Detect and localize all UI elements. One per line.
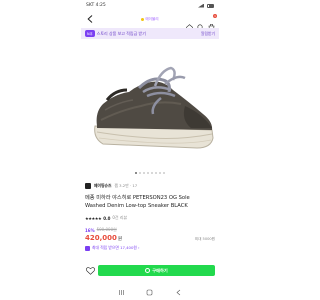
- star-rating-icon: ★★★★★: [85, 215, 102, 221]
- heart-icon[interactable]: [85, 266, 95, 276]
- promo-tag: N쿠: [85, 30, 95, 37]
- points-text: 최대 적립 받으면 17,400원 ›: [92, 245, 140, 250]
- points-row[interactable]: 최대 적립 받으면 17,400원 ›: [85, 245, 215, 251]
- home-icon[interactable]: [186, 16, 193, 31]
- signal-icon: [198, 3, 204, 8]
- price-row: 420,000 원 최대 5000원: [85, 234, 215, 242]
- purchase-bar: 구매하기: [81, 263, 219, 278]
- product-title: 메종 미하라 야스히로 PETERSON23 OG Sole Washed De…: [85, 195, 215, 210]
- price-block: 16% 500,000원 420,000 원 최대 5000원 최대 적립 받으…: [85, 227, 215, 251]
- sneaker-illustration: [94, 66, 214, 149]
- logo-mark-icon: [141, 17, 145, 21]
- currency-unit: 원: [117, 237, 123, 242]
- discount-row: 16% 500,000원: [85, 227, 215, 233]
- cart-count-badge: 1: [213, 13, 217, 18]
- points-icon: [85, 245, 90, 251]
- phone-screen: SKT 4:25 에이블리 1 N쿠 스토리 상품 보고 적립금 받기 알림받기…: [81, 0, 219, 300]
- cart-icon[interactable]: 1: [208, 13, 217, 31]
- system-navigation-bar: [81, 283, 219, 297]
- review-count: 0건 리뷰: [112, 215, 128, 220]
- product-title-line-1: 메종 미하라 야스히로 PETERSON23 OG Sole: [85, 195, 190, 201]
- product-title-line-2: Washed Denim Low-top Sneaker BLACK: [85, 202, 188, 209]
- carousel-dot[interactable]: [139, 172, 141, 174]
- rating-score: 0.0: [103, 215, 111, 221]
- search-icon[interactable]: [197, 16, 204, 31]
- original-price: 500,000원: [96, 227, 117, 232]
- buy-icon: [145, 268, 151, 273]
- top-navigation: 에이블리 1: [81, 11, 219, 31]
- carousel-dot[interactable]: [163, 172, 165, 174]
- buy-button[interactable]: 구매하기: [98, 265, 215, 276]
- carousel-dot[interactable]: [159, 172, 161, 174]
- carousel-dot[interactable]: [151, 172, 153, 174]
- brand-row[interactable]: 메이띵슈즈 찜 3.2만 · 17: [85, 182, 215, 190]
- promo-banner[interactable]: N쿠 스토리 상품 보고 적립금 받기 알림받기: [81, 28, 219, 39]
- home-button-icon[interactable]: [146, 281, 153, 300]
- buy-button-label: 구매하기: [152, 267, 168, 273]
- status-time: SKT 4:25: [86, 3, 106, 8]
- battery-icon: [207, 3, 214, 8]
- current-price: 420,000: [85, 234, 117, 242]
- status-icons: [198, 3, 214, 8]
- min-order-note: 최대 5000원: [194, 237, 215, 241]
- app-logo[interactable]: 에이블리: [137, 15, 163, 23]
- status-bar: SKT 4:25: [81, 0, 219, 11]
- logo-text: 에이블리: [145, 16, 159, 21]
- promo-text: 스토리 상품 보고 적립금 받기: [96, 30, 146, 36]
- promo-more-link[interactable]: 알림받기: [201, 31, 215, 37]
- system-back-icon[interactable]: [175, 281, 182, 300]
- discount-rate: 16%: [85, 227, 95, 233]
- back-arrow-icon[interactable]: [85, 14, 95, 24]
- rating-row[interactable]: ★★★★★ 0.0 0건 리뷰: [85, 215, 127, 221]
- carousel-indicator: [81, 172, 219, 174]
- product-image[interactable]: [81, 40, 219, 178]
- carousel-dot[interactable]: [135, 172, 137, 174]
- brand-name: 메이띵슈즈: [94, 183, 112, 188]
- carousel-dot[interactable]: [143, 172, 145, 174]
- carousel-dot[interactable]: [147, 172, 149, 174]
- nav-icons: 1: [186, 13, 217, 31]
- brand-likes: 찜 3.2만 · 17: [114, 183, 138, 188]
- brand-logo: [85, 183, 91, 189]
- carousel-dot[interactable]: [155, 172, 157, 174]
- recent-apps-icon[interactable]: [118, 281, 125, 300]
